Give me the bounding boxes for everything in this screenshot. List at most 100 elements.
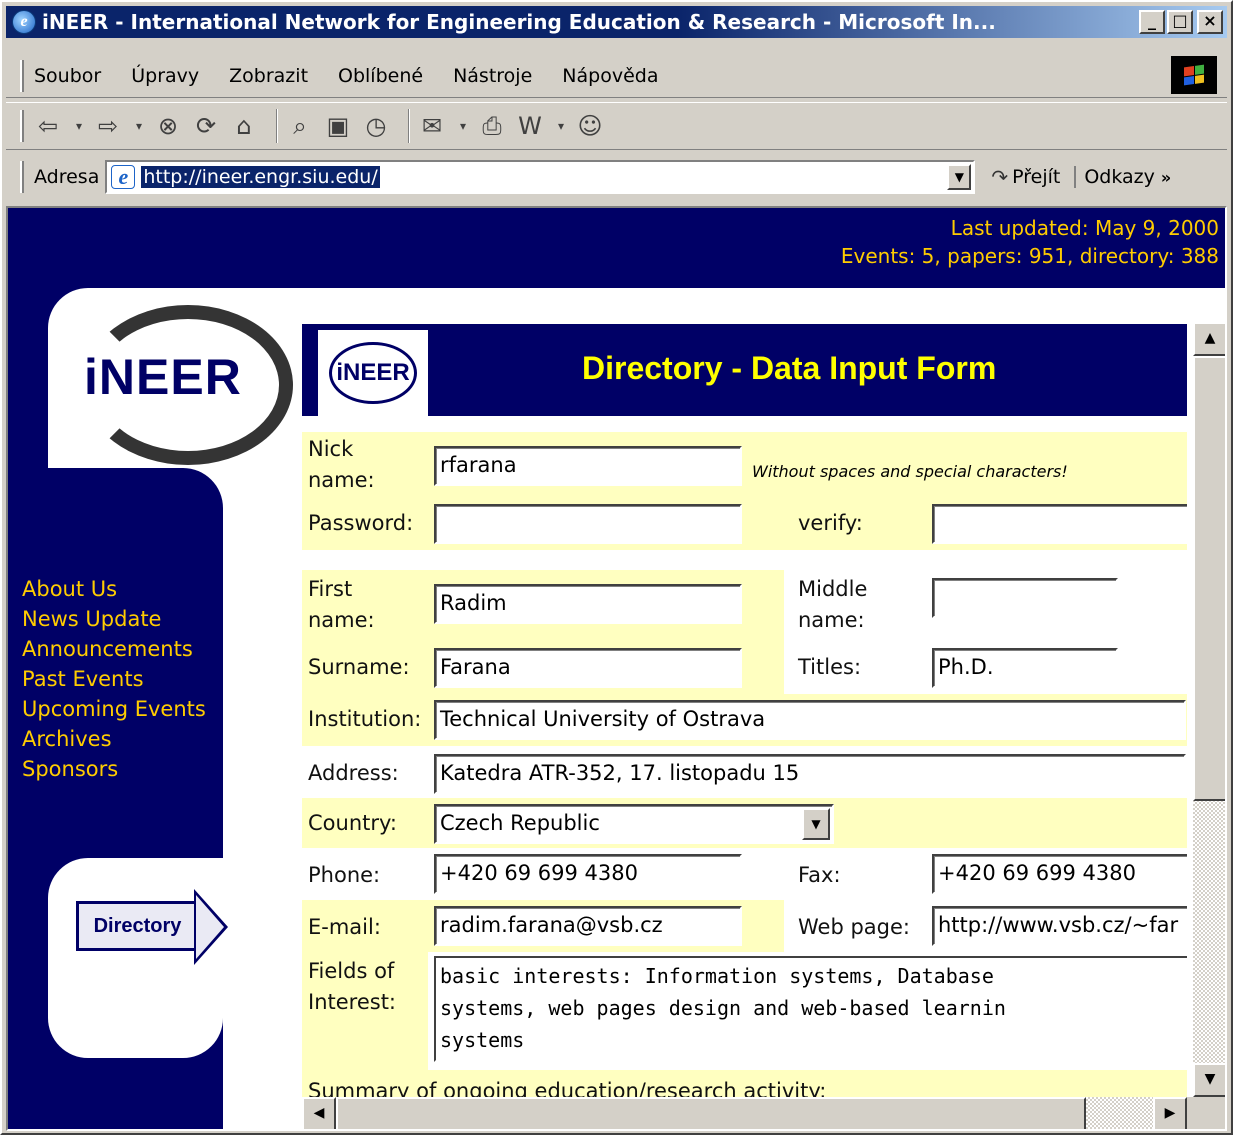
nav-news-update[interactable]: News Update [22, 604, 206, 634]
go-button[interactable]: ↷ Přejít [991, 165, 1060, 189]
password-input[interactable] [434, 504, 742, 544]
links-button[interactable]: Odkazy » [1074, 166, 1171, 188]
nav-announcements[interactable]: Announcements [22, 634, 206, 664]
home-icon[interactable]: ⌂ [230, 111, 258, 141]
institution-row: Institution: Technical University of Ost… [302, 694, 1187, 746]
address-input[interactable]: e http://ineer.engr.siu.edu/ ▼ [105, 160, 976, 194]
toolbar-grip[interactable] [20, 110, 24, 142]
menu-bar: Soubor Úpravy Zobrazit Oblíbené Nástroje… [6, 54, 1227, 98]
refresh-icon[interactable]: ⟳ [192, 111, 220, 141]
first-name-input[interactable]: Radim [434, 584, 742, 624]
page-icon: e [111, 165, 136, 189]
scroll-left-icon[interactable]: ◀ [302, 1097, 336, 1129]
site-status: Last updated: May 9, 2000 Events: 5, pap… [841, 214, 1219, 270]
stop-icon[interactable]: ⊗ [154, 111, 182, 141]
summary-label: Summary of ongoing education/research ac… [308, 1079, 827, 1097]
address-bar: Adresa e http://ineer.engr.siu.edu/ ▼ ↷ … [6, 154, 1227, 200]
search-icon[interactable]: ⌕ [286, 111, 314, 141]
menu-oblibene[interactable]: Oblíbené [338, 65, 423, 87]
print-icon[interactable]: ⎙ [478, 111, 506, 141]
surname-input[interactable]: Farana [434, 648, 742, 688]
horizontal-scrollbar[interactable]: ◀ ▶ [302, 1097, 1187, 1129]
form-logo-text: iNEER [329, 342, 417, 404]
middle-name-input[interactable] [932, 578, 1118, 618]
back-icon[interactable]: ⇦ [34, 111, 62, 141]
fax-input[interactable]: +420 69 699 4380 [932, 854, 1187, 894]
form-header: iNEER Directory - Data Input Form [302, 324, 1187, 416]
fields-textarea[interactable]: basic interests: Information systems, Da… [434, 956, 1187, 1062]
menu-zobrazit[interactable]: Zobrazit [229, 65, 308, 87]
standard-toolbar: ⇦ ▾ ⇨ ▾ ⊗ ⟳ ⌂ ⌕ ▣ ◷ ✉ ▾ ⎙ W ▾ ☺ [6, 102, 1227, 150]
toolbar-separator [408, 109, 410, 143]
verify-input[interactable] [932, 504, 1187, 544]
directory-badge[interactable]: Directory [66, 873, 228, 983]
chevron-down-icon[interactable]: ▼ [802, 808, 830, 840]
nav-upcoming-events[interactable]: Upcoming Events [22, 694, 206, 724]
menu-soubor[interactable]: Soubor [34, 65, 101, 87]
forward-dropdown-icon[interactable]: ▾ [132, 111, 146, 141]
fields-label: Fields of Interest: [308, 959, 396, 1014]
ineer-logo[interactable]: iNEER [68, 300, 298, 470]
nick-input[interactable]: rfarana [434, 446, 742, 486]
middle-name-label: Middle name: [798, 577, 868, 632]
mail-dropdown-icon[interactable]: ▾ [456, 111, 470, 141]
windows-logo-icon [1171, 56, 1217, 94]
address-input[interactable]: Katedra ATR-352, 17. listopadu 15 [434, 754, 1186, 794]
web-page-label: Web page: [798, 915, 910, 939]
window-title: iNEER - International Network for Engine… [42, 10, 996, 34]
summary-row: Summary of ongoing education/research ac… [302, 1070, 1187, 1097]
country-select[interactable]: Czech Republic ▼ [434, 804, 834, 844]
nav-archives[interactable]: Archives [22, 724, 206, 754]
nav-sponsors[interactable]: Sponsors [22, 754, 206, 784]
institution-input[interactable]: Technical University of Ostrava [434, 700, 1186, 740]
minimize-button[interactable]: _ [1139, 10, 1165, 34]
logo-text: iNEER [84, 349, 242, 405]
maximize-button[interactable]: □ [1167, 10, 1193, 34]
back-dropdown-icon[interactable]: ▾ [72, 111, 86, 141]
address-dropdown-icon[interactable]: ▼ [947, 164, 972, 190]
mail-icon[interactable]: ✉ [418, 111, 446, 141]
links-chevron-icon[interactable]: » [1161, 168, 1171, 187]
site-nav: About Us News Update Announcements Past … [22, 574, 206, 784]
forward-icon[interactable]: ⇨ [94, 111, 122, 141]
phone-input[interactable]: +420 69 699 4380 [434, 854, 742, 894]
surname-label: Surname: [308, 655, 410, 679]
scroll-down-icon[interactable]: ▼ [1193, 1063, 1225, 1097]
email-row: E-mail: radim.farana@vsb.cz Web page: ht… [302, 900, 1187, 952]
web-page-input[interactable]: http://www.vsb.cz/~far [932, 906, 1187, 946]
nav-past-events[interactable]: Past Events [22, 664, 206, 694]
menu-napoveda[interactable]: Nápověda [562, 65, 658, 87]
close-button[interactable]: × [1197, 10, 1223, 34]
arrow-tip-inner [196, 895, 224, 959]
edit-icon[interactable]: W [516, 111, 544, 141]
country-row: Country: Czech Republic ▼ [302, 798, 1187, 848]
address-url[interactable]: http://ineer.engr.siu.edu/ [141, 166, 380, 188]
nav-about-us[interactable]: About Us [22, 574, 206, 604]
form-logo: iNEER [318, 330, 428, 416]
caption-buttons: _ □ × [1139, 10, 1223, 34]
vertical-scrollbar[interactable]: ▲ ▼ [1193, 322, 1225, 1097]
scroll-up-icon[interactable]: ▲ [1193, 322, 1225, 356]
vertical-scroll-thumb[interactable] [1193, 356, 1225, 801]
toolbar-separator [276, 109, 278, 143]
edit-dropdown-icon[interactable]: ▾ [554, 111, 568, 141]
nick-label: Nick name: [308, 437, 375, 492]
first-name-label: First name: [308, 577, 375, 632]
scroll-right-icon[interactable]: ▶ [1153, 1097, 1187, 1129]
links-label: Odkazy [1084, 166, 1155, 188]
last-updated: Last updated: May 9, 2000 [950, 216, 1219, 240]
favorites-icon[interactable]: ▣ [324, 111, 352, 141]
address-grip[interactable] [20, 161, 24, 193]
menu-upravy[interactable]: Úpravy [131, 65, 199, 87]
address-row: Address: Katedra ATR-352, 17. listopadu … [302, 746, 1187, 798]
messenger-icon[interactable]: ☺ [576, 111, 604, 141]
horizontal-scroll-thumb[interactable] [336, 1097, 1086, 1129]
menu-grip[interactable] [20, 59, 24, 92]
titles-label: Titles: [798, 655, 862, 679]
titles-input[interactable]: Ph.D. [932, 648, 1118, 688]
page-viewport: Last updated: May 9, 2000 Events: 5, pap… [6, 206, 1227, 1131]
phone-label: Phone: [308, 863, 381, 887]
email-input[interactable]: radim.farana@vsb.cz [434, 906, 742, 946]
history-icon[interactable]: ◷ [362, 111, 390, 141]
menu-nastroje[interactable]: Nástroje [453, 65, 532, 87]
